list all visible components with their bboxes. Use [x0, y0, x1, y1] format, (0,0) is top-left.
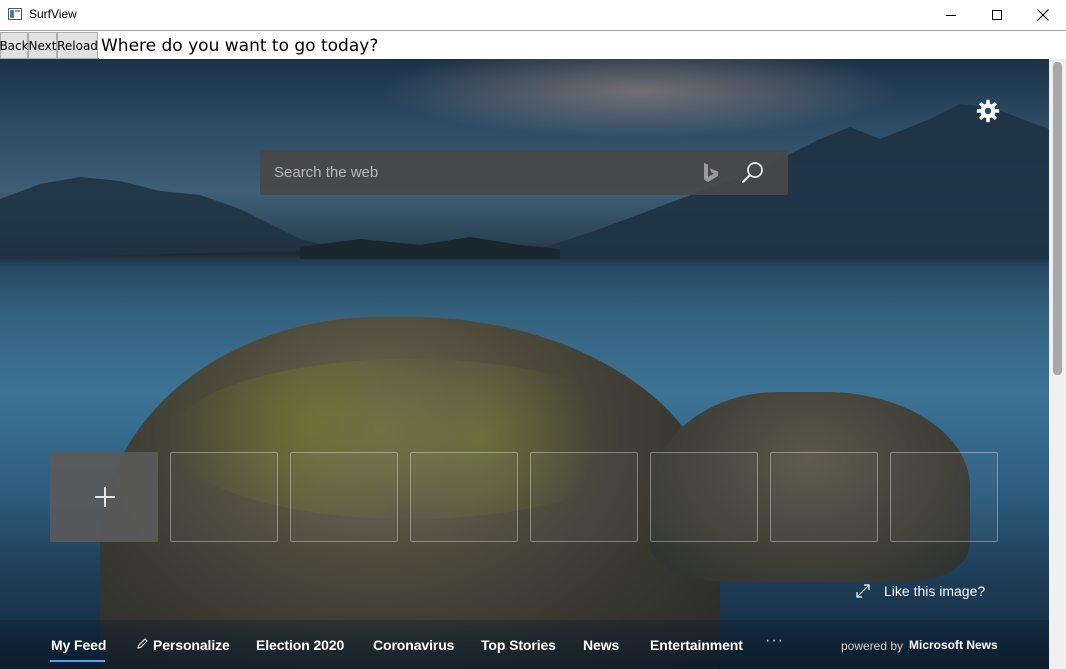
quick-link-tile[interactable] [290, 452, 398, 542]
maximize-button[interactable] [974, 0, 1020, 30]
quick-link-tile[interactable] [770, 452, 878, 542]
nav-item-news[interactable]: News [583, 637, 619, 653]
settings-button[interactable] [975, 99, 1001, 125]
magnifier-icon[interactable] [741, 160, 765, 184]
nav-item-election-2020[interactable]: Election 2020 [256, 637, 344, 653]
next-button[interactable]: Next [28, 32, 57, 59]
add-quick-link-button[interactable] [50, 452, 158, 542]
news-nav-bar: My Feed Personalize Election 2020 Corona… [0, 620, 1049, 669]
nav-item-personalize[interactable]: Personalize [153, 637, 230, 653]
minimize-icon [946, 14, 956, 16]
close-icon [1037, 9, 1049, 21]
navigation-toolbar: Back Next Reload [0, 30, 1066, 59]
gear-icon [976, 99, 1000, 123]
expand-icon [856, 584, 870, 598]
quick-link-tile[interactable] [890, 452, 998, 542]
more-button[interactable]: ··· [765, 632, 784, 650]
app-window-icon [8, 8, 22, 20]
search-input[interactable] [260, 150, 690, 195]
quick-link-tile[interactable] [530, 452, 638, 542]
pencil-icon [137, 638, 148, 649]
quick-link-tile[interactable] [410, 452, 518, 542]
new-tab-page: Like this image? My Feed Personalize Ele… [0, 59, 1049, 669]
nav-item-entertainment[interactable]: Entertainment [650, 637, 743, 653]
like-image-button[interactable]: Like this image? [856, 581, 985, 601]
like-image-label: Like this image? [884, 583, 986, 599]
page-scrollbar[interactable] [1049, 59, 1066, 669]
microsoft-news-link[interactable]: Microsoft News [909, 638, 998, 652]
plus-icon [95, 487, 115, 507]
title-bar: SurfView [0, 0, 1066, 30]
window-title: SurfView [29, 7, 77, 21]
powered-by-label: powered by [841, 639, 904, 653]
reload-button[interactable]: Reload [57, 32, 98, 59]
back-button[interactable]: Back [0, 32, 29, 59]
maximize-icon [992, 10, 1002, 20]
quick-link-tile[interactable] [650, 452, 758, 542]
nav-item-coronavirus[interactable]: Coronavirus [373, 637, 454, 653]
nav-item-top-stories[interactable]: Top Stories [481, 637, 556, 653]
minimize-button[interactable] [928, 0, 974, 30]
quick-link-tile[interactable] [170, 452, 278, 542]
active-tab-indicator [50, 660, 105, 662]
bing-logo-icon[interactable] [702, 162, 720, 184]
nav-item-my-feed[interactable]: My Feed [51, 637, 106, 653]
close-button[interactable] [1020, 0, 1066, 30]
address-bar[interactable] [99, 32, 1066, 59]
scrollbar-thumb[interactable] [1053, 62, 1062, 375]
